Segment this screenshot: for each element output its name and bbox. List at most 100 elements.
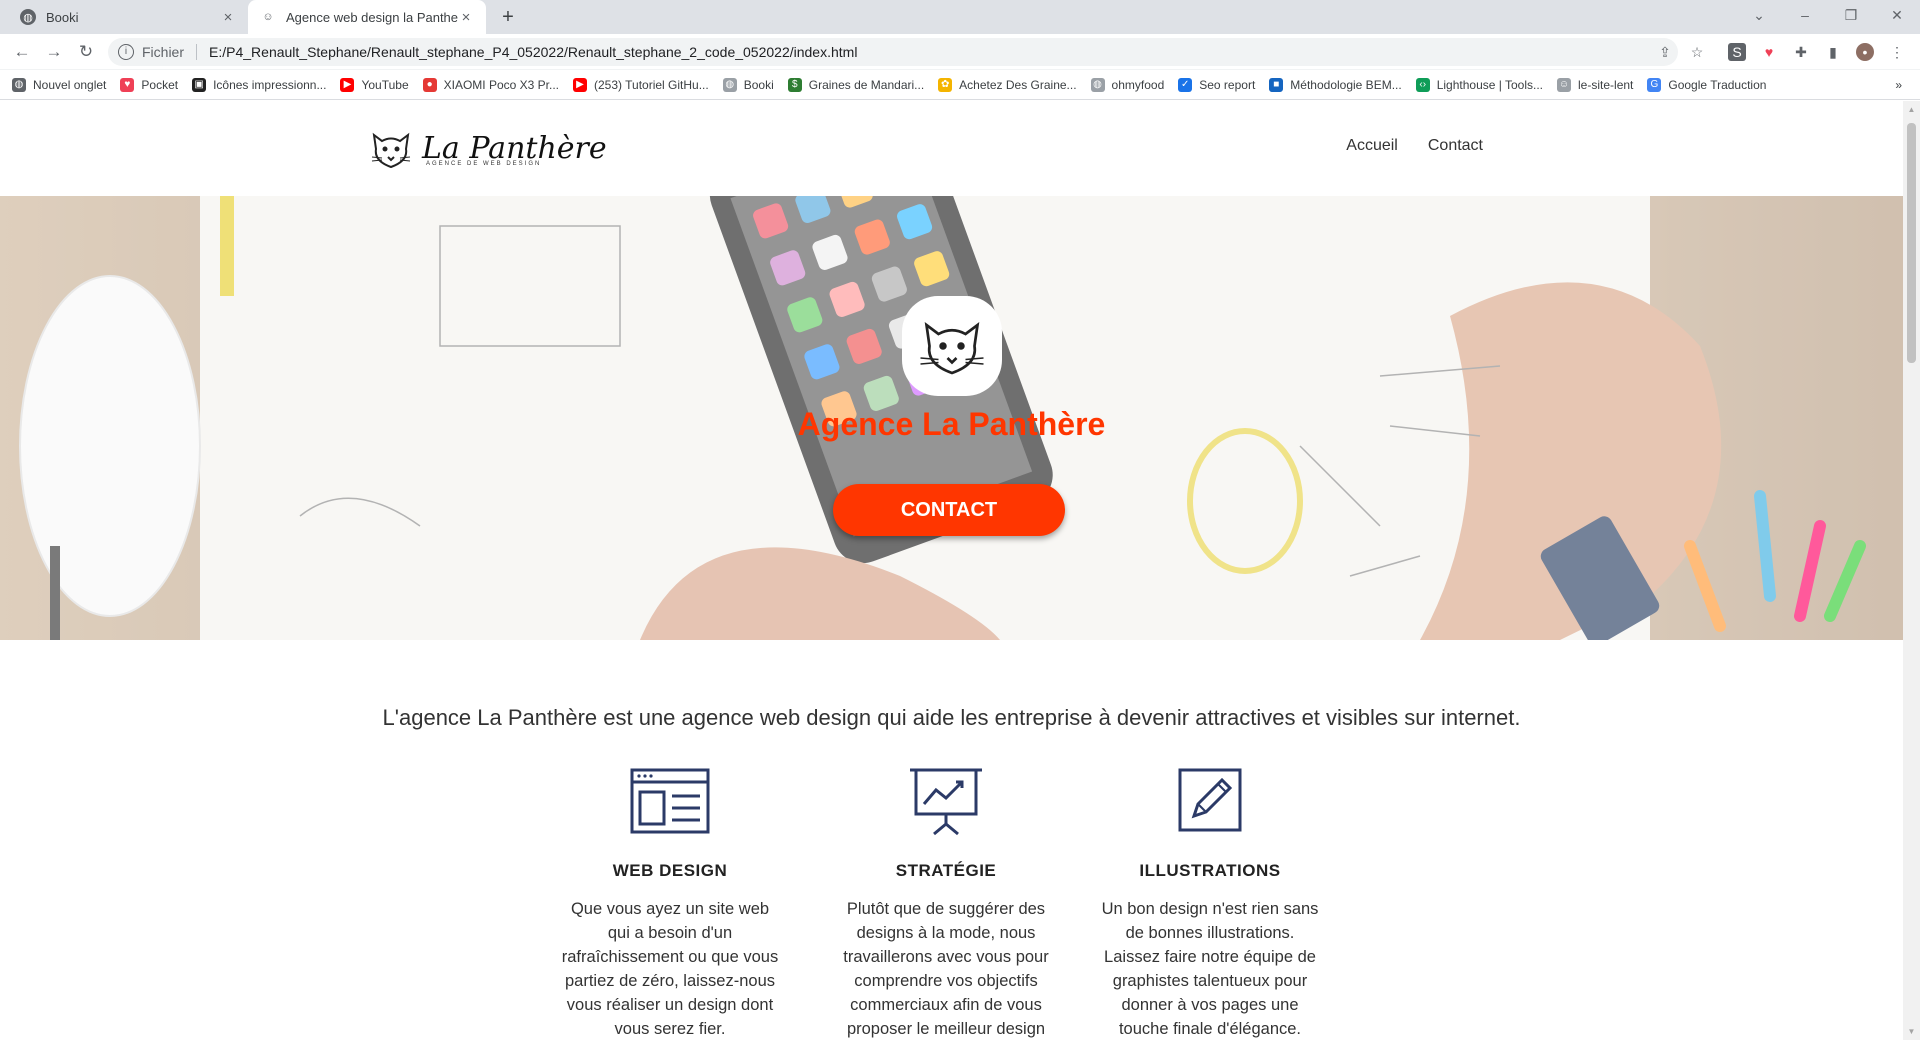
browser-toolbar: ← → ↻ i Fichier E:/P4_Renault_Stephane/R…	[0, 34, 1920, 70]
bookmark-label: Méthodologie BEM...	[1290, 77, 1402, 92]
globe-icon: ◍	[20, 9, 36, 25]
bookmark-label: Google Traduction	[1668, 77, 1767, 92]
square-icon: ■	[1269, 77, 1284, 92]
tab-search-icon[interactable]: ⌄	[1736, 0, 1782, 34]
close-icon[interactable]: ×	[220, 9, 236, 26]
page-viewport: La Panthère AGENCE DE WEB DESIGN Accueil…	[0, 101, 1903, 1040]
bookmarks-bar: ◍ Nouvel onglet ♥ Pocket ▣ Icônes impressionn…	[0, 70, 1920, 100]
reload-icon[interactable]: ↻	[72, 40, 100, 64]
bookmark-item[interactable]: ♥ Pocket	[120, 77, 179, 92]
bookmark-item[interactable]: ▶ (253) Tutoriel GitHu...	[573, 77, 709, 92]
browser-tab-strip: ◍ Booki × ☺ Agence web design la Panther…	[0, 0, 1920, 34]
forward-icon[interactable]: →	[40, 40, 68, 64]
nav-link-contact[interactable]: Contact	[1428, 137, 1483, 155]
address-bar[interactable]: i Fichier E:/P4_Renault_Stephane/Renault…	[108, 38, 1678, 66]
bookmark-item[interactable]: G Google Traduction	[1647, 77, 1767, 92]
bookmark-label: Achetez Des Graine...	[959, 77, 1077, 92]
url-scheme: Fichier	[142, 44, 185, 60]
scrollbar-thumb[interactable]	[1907, 123, 1916, 363]
service-title: STRATÉGIE	[895, 861, 997, 880]
bookmark-label: Graines de Mandari...	[808, 77, 925, 92]
menu-kebab-icon[interactable]: ⋮	[1888, 43, 1906, 61]
globe-icon: ◍	[722, 77, 737, 92]
web-design-icon	[630, 768, 710, 834]
strategy-chart-icon	[910, 768, 982, 836]
globe-icon: ◍	[1090, 77, 1105, 92]
bookmark-item[interactable]: ◍ ohmyfood	[1090, 77, 1165, 92]
bookmark-item[interactable]: ▣ Icônes impressionn...	[192, 77, 327, 92]
service-title: ILLUSTRATIONS	[1139, 861, 1281, 880]
puzzle-icon[interactable]: ✚	[1792, 43, 1810, 61]
tab-booki[interactable]: ◍ Booki ×	[8, 0, 248, 34]
tab-agence-web-design[interactable]: ☺ Agence web design la Panthere ×	[248, 0, 486, 34]
bookmark-label: YouTube	[361, 77, 409, 92]
pocket-icon: ♥	[120, 77, 135, 92]
bookmark-item[interactable]: ▶ YouTube	[340, 77, 409, 92]
intro-text: L'agence La Panthère est une agence web …	[382, 705, 1521, 730]
hero-title: Agence La Panthère	[797, 406, 1106, 442]
tab-title: Agence web design la Panthere	[286, 9, 458, 25]
main-nav: Accueil Contact	[1346, 137, 1483, 155]
avatar[interactable]: •	[1856, 43, 1874, 61]
bookmark-label: Icônes impressionn...	[213, 77, 327, 92]
hero-banner: Agence La Panthère CONTACT	[0, 196, 1903, 640]
bookmark-star-icon[interactable]: ☆	[1688, 43, 1706, 61]
translate-icon: G	[1647, 77, 1662, 92]
url-text[interactable]: E:/P4_Renault_Stephane/Renault_stephane_…	[209, 44, 857, 60]
scroll-up-icon[interactable]: ▲	[1907, 105, 1916, 114]
panther-logo-icon	[920, 321, 984, 375]
close-window-button[interactable]: ✕	[1874, 0, 1920, 34]
bookmark-label: Booki	[743, 77, 774, 92]
site-logo[interactable]: La Panthère AGENCE DE WEB DESIGN	[368, 127, 607, 171]
dollar-icon: $	[787, 77, 802, 92]
leaf-icon: ✿	[938, 77, 953, 92]
bookmark-item[interactable]: ■ Méthodologie BEM...	[1269, 77, 1402, 92]
bookmark-item[interactable]: ◍ Nouvel onglet	[12, 77, 107, 92]
bookmark-item[interactable]: ◍ Booki	[722, 77, 774, 92]
pocket-icon[interactable]: ♥	[1760, 43, 1778, 61]
nav-link-accueil[interactable]: Accueil	[1346, 137, 1398, 155]
site-header: La Panthère AGENCE DE WEB DESIGN Accueil…	[0, 101, 1903, 196]
check-icon: ✓	[1178, 77, 1193, 92]
close-icon[interactable]: ×	[458, 9, 474, 26]
service-text: Plutôt que de suggérer des designs à la …	[843, 900, 1049, 1038]
bookmark-label: Lighthouse | Tools...	[1436, 77, 1544, 92]
brand-name: La Panthère	[422, 131, 607, 166]
bookmark-item[interactable]: ✓ Seo report	[1178, 77, 1255, 92]
bookmark-item[interactable]: ☺ le-site-lent	[1557, 77, 1634, 92]
contact-button[interactable]: CONTACT	[833, 484, 1065, 536]
bookmark-label: Pocket	[141, 77, 179, 92]
code-icon: ‹›	[1415, 77, 1430, 92]
service-title: WEB DESIGN	[612, 861, 728, 880]
bookmark-label: ohmyfood	[1111, 77, 1165, 92]
bookmark-item[interactable]: $ Graines de Mandari...	[787, 77, 925, 92]
info-icon[interactable]: i	[118, 44, 134, 60]
side-panel-icon[interactable]: ▮	[1824, 43, 1842, 61]
divider	[196, 44, 198, 60]
bookmark-item[interactable]: ‹› Lighthouse | Tools...	[1415, 77, 1544, 92]
pencil-illustration-icon	[1178, 768, 1242, 832]
bookmark-label: le-site-lent	[1578, 77, 1634, 92]
bookmark-item[interactable]: ✿ Achetez Des Graine...	[938, 77, 1077, 92]
page-scrollbar[interactable]: ▲ ▼	[1903, 101, 1920, 1040]
restore-button[interactable]: ❐	[1828, 0, 1874, 34]
scroll-down-icon[interactable]: ▼	[1907, 1027, 1916, 1036]
bookmark-label: XIAOMI Poco X3 Pr...	[443, 77, 560, 92]
service-illustrations: ILLUSTRATIONS Un bon design n'est rien s…	[1100, 766, 1320, 1040]
service-text: Un bon design n'est rien sans de bonnes …	[1101, 900, 1319, 1038]
extension-icon[interactable]: S	[1728, 43, 1746, 61]
hero-panther-badge	[902, 296, 1002, 396]
service-text: Que vous ayez un site web qui a besoin d…	[561, 900, 779, 1038]
youtube-icon: ▶	[340, 77, 355, 92]
bookmark-label: Nouvel onglet	[33, 77, 107, 92]
new-tab-button[interactable]: +	[494, 4, 522, 30]
share-icon[interactable]: ⇪	[1656, 43, 1674, 61]
bookmark-item[interactable]: ● XIAOMI Poco X3 Pr...	[422, 77, 560, 92]
more-bookmarks-icon[interactable]: »	[1895, 78, 1902, 92]
service-strategie: STRATÉGIE Plutôt que de suggérer des des…	[836, 766, 1056, 1040]
youtube-icon: ▶	[573, 77, 588, 92]
minimize-button[interactable]: –	[1782, 0, 1828, 34]
brand-tagline: AGENCE DE WEB DESIGN	[426, 161, 542, 167]
circle-icon: ●	[422, 77, 437, 92]
back-icon[interactable]: ←	[8, 40, 36, 64]
